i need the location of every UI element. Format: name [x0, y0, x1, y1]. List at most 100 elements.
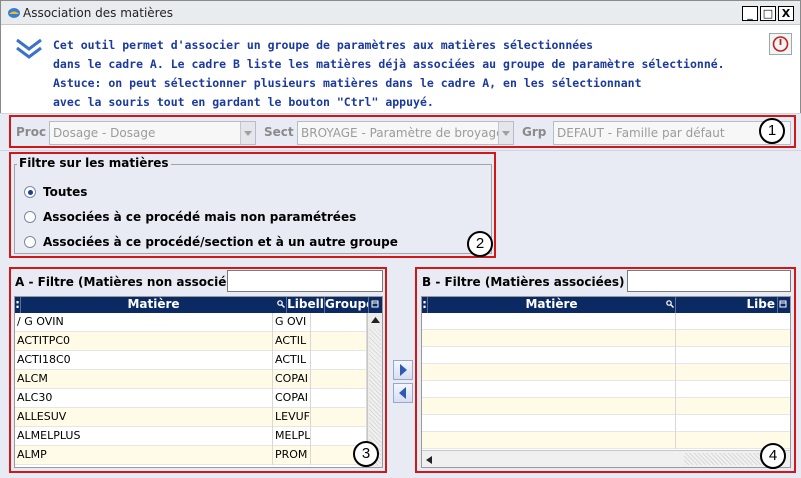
close-button[interactable]: X	[778, 6, 794, 21]
power-icon	[772, 36, 789, 52]
arrow-right-icon	[400, 364, 407, 376]
cell-libelle: COPAI	[273, 389, 311, 408]
cell-libelle: ACTIL	[273, 332, 311, 351]
column-header-libelle[interactable]: Libell	[287, 297, 325, 313]
app-logo-icon	[8, 8, 20, 18]
radio-toutes[interactable]	[24, 186, 36, 198]
table-row[interactable]	[422, 415, 790, 432]
cell-libelle: PROM	[273, 446, 311, 465]
panel-a-header: : Matière Libell Groupe	[15, 297, 382, 313]
info-line: avec la souris tout en gardant le bouton…	[53, 95, 434, 109]
cell-matiere	[422, 415, 676, 432]
maximize-button[interactable]: □	[760, 6, 776, 21]
column-header-label: Libe	[746, 297, 776, 311]
cell-matiere	[422, 381, 676, 398]
chevron-down-icon[interactable]	[240, 122, 255, 144]
table-row[interactable]: ALLESUV LEVUF	[15, 408, 367, 427]
chevron-down-icon[interactable]	[498, 122, 513, 144]
column-header-libelle[interactable]: Libe	[676, 297, 778, 313]
cell-matiere	[422, 398, 676, 415]
info-text: Cet outil permet d'associer un groupe de…	[53, 36, 753, 112]
sect-label: Sect	[264, 125, 294, 139]
info-line: Cet outil permet d'associer un groupe de…	[53, 38, 594, 52]
minimize-button[interactable]: _	[742, 6, 758, 21]
column-header-matiere[interactable]: Matière	[428, 297, 676, 313]
cell-matiere: ALMELPLUS	[15, 427, 273, 446]
cell-libelle: COPAI	[273, 370, 311, 389]
panel-b-title: B - Filtre (Matières associées)	[422, 275, 625, 289]
cell-groupe	[311, 370, 367, 389]
cell-libelle: LEVUF	[273, 408, 311, 427]
panel-a-title: A - Filtre (Matières non associées)	[15, 275, 248, 289]
panel-b-grid[interactable]: : Matière Libe	[421, 296, 791, 468]
radio-autre-groupe[interactable]	[24, 236, 36, 248]
cell-groupe	[311, 389, 367, 408]
table-row[interactable]	[422, 381, 790, 398]
table-row[interactable]: ACTITPC0 ACTIL	[15, 332, 367, 351]
sect-select-value: BROYAGE - Paramètre de broyage	[301, 126, 504, 140]
help-chevron-icon	[16, 38, 42, 59]
cell-matiere: ALC30	[15, 389, 273, 408]
panel-b-filter-input[interactable]	[627, 270, 791, 292]
table-row[interactable]: ALMP PROM	[15, 446, 367, 465]
column-header-label: Matière	[525, 297, 578, 311]
table-row[interactable]: / G OVIN G OVI	[15, 313, 367, 332]
cell-matiere	[422, 313, 676, 330]
panel-b-header: : Matière Libe	[422, 297, 790, 313]
table-row[interactable]	[422, 398, 790, 415]
grp-select-value: DEFAUT - Famille par défaut	[557, 126, 725, 140]
scrollbar-thumb[interactable]	[684, 453, 772, 465]
radio-label-toutes[interactable]: Toutes	[43, 185, 87, 199]
table-row[interactable]: ALCM COPAI	[15, 370, 367, 389]
panel-b-horizontal-scrollbar[interactable]	[422, 450, 790, 467]
column-header-label: Groupe	[325, 297, 368, 311]
panel-a-filter-input[interactable]	[227, 270, 383, 292]
grp-label: Grp	[522, 125, 547, 139]
scroll-up-icon[interactable]	[371, 317, 380, 323]
column-header-matiere[interactable]: Matière	[21, 297, 287, 313]
window-title: Association des matières	[23, 6, 173, 20]
cell-matiere	[422, 364, 676, 381]
title-bar[interactable]: Association des matières _ □ X	[1, 1, 800, 25]
table-row[interactable]	[422, 313, 790, 330]
radio-label-autre-groupe[interactable]: Associées à ce procédé/section et à un a…	[43, 235, 398, 249]
table-row[interactable]	[422, 432, 790, 449]
add-association-button[interactable]	[393, 360, 413, 380]
search-icon[interactable]	[277, 300, 285, 308]
panel-a-rows: / G OVIN G OVI ACTITPC0 ACTIL ACTI18C0 ACTIL A…	[15, 313, 367, 467]
cell-libelle: ACTIL	[273, 351, 311, 370]
panel-a-grid[interactable]: : Matière Libell Groupe / G OVING OVIACT…	[14, 296, 383, 468]
proc-select[interactable]: Dosage - Dosage	[49, 121, 256, 145]
cell-groupe	[311, 351, 367, 370]
table-row[interactable]	[422, 347, 790, 364]
column-chooser-icon[interactable]	[371, 300, 379, 308]
cell-matiere: ALMP	[15, 446, 273, 465]
radio-non-parametrees[interactable]	[24, 211, 36, 223]
search-icon[interactable]	[666, 300, 674, 308]
table-row[interactable]	[422, 364, 790, 381]
cell-matiere: / G OVIN	[15, 313, 273, 332]
column-header-groupe[interactable]: Groupe	[325, 297, 369, 313]
table-row[interactable]: ALMELPLUS MELPL	[15, 427, 367, 446]
remove-association-button[interactable]	[393, 383, 413, 403]
cell-libelle: MELPL	[273, 427, 311, 446]
sect-select[interactable]: BROYAGE - Paramètre de broyage	[297, 121, 514, 145]
scroll-left-icon[interactable]	[426, 456, 432, 464]
panel-b-rows	[422, 313, 790, 451]
table-row[interactable]: ACTI18C0 ACTIL	[15, 351, 367, 370]
cell-matiere	[422, 330, 676, 347]
cell-libelle: G OVI	[273, 313, 311, 332]
cell-matiere: ALCM	[15, 370, 273, 389]
grp-select[interactable]: DEFAUT - Famille par défaut	[553, 121, 791, 145]
table-row[interactable]	[422, 330, 790, 347]
info-line: Astuce: on peut sélectionner plusieurs m…	[53, 76, 642, 90]
cell-matiere	[422, 432, 676, 449]
table-row[interactable]: ALC30 COPAI	[15, 389, 367, 408]
cell-groupe	[311, 313, 367, 332]
exit-button[interactable]	[769, 33, 792, 55]
column-chooser-icon[interactable]	[779, 300, 787, 308]
arrow-left-icon	[399, 387, 406, 399]
radio-label-non-parametrees[interactable]: Associées à ce procédé mais non paramétr…	[43, 210, 356, 224]
cell-matiere: ACTI18C0	[15, 351, 273, 370]
cell-groupe	[311, 408, 367, 427]
